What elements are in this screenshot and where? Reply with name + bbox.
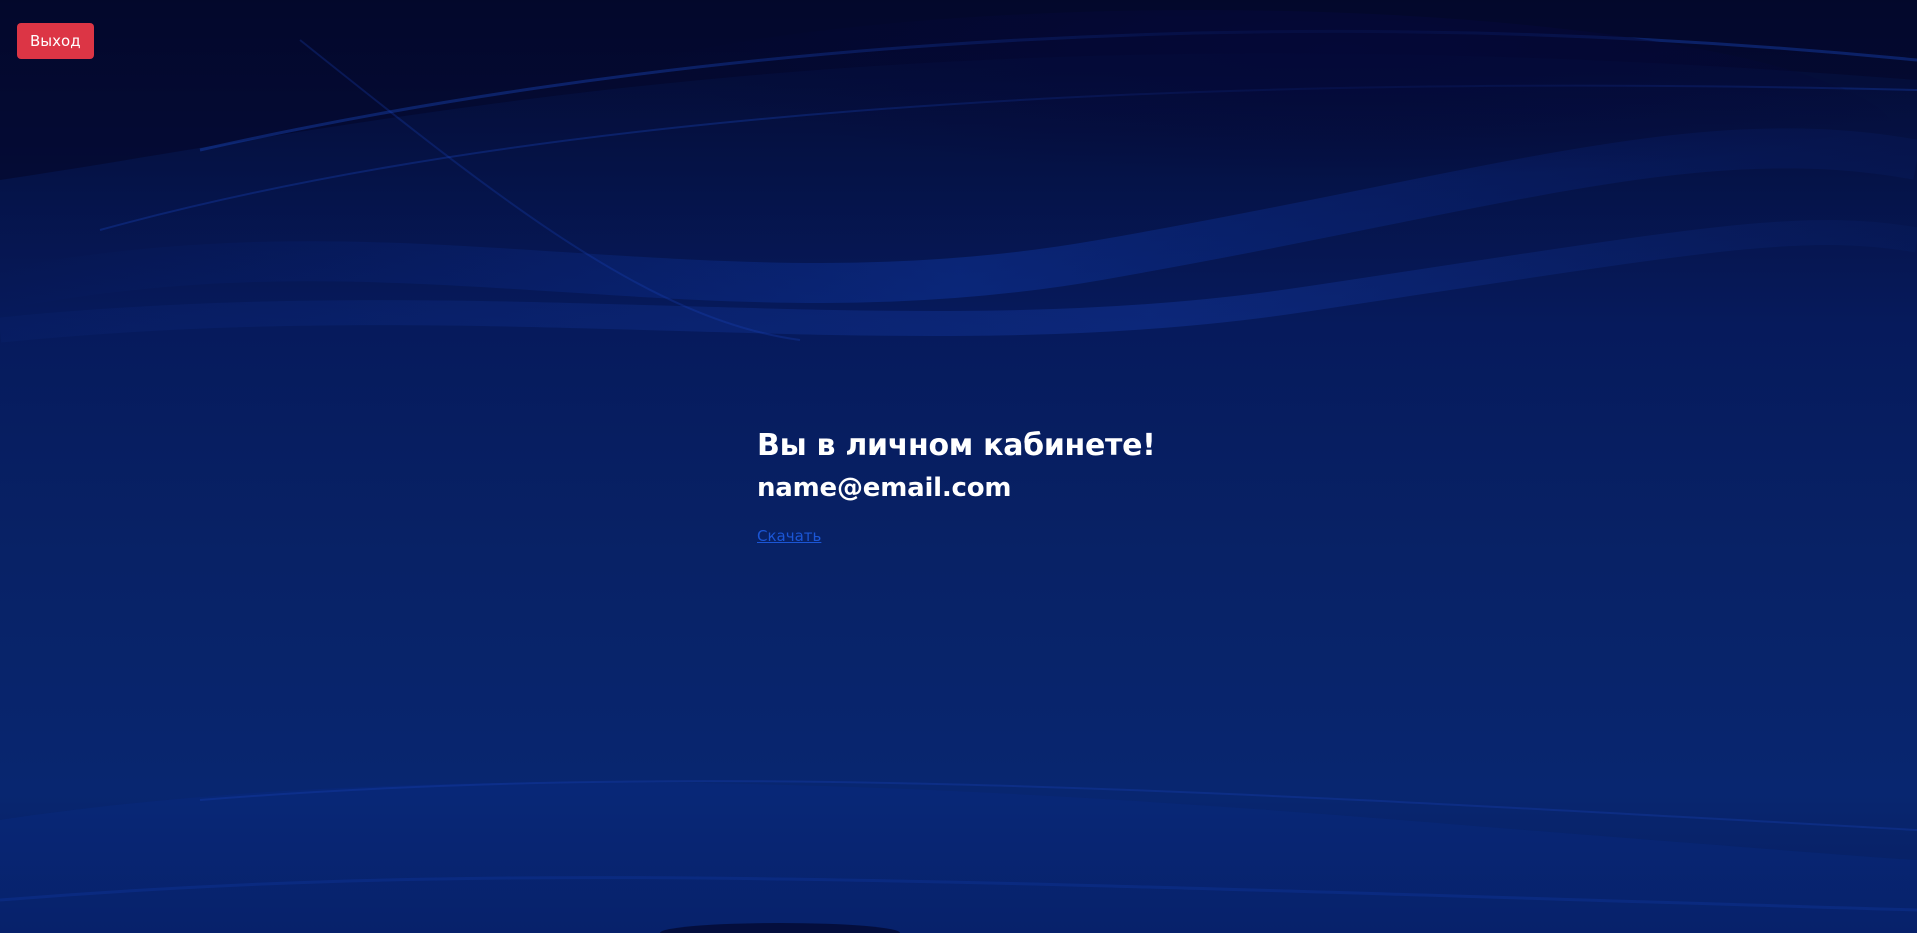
logout-button[interactable]: Выход [17,23,94,59]
dashboard-page: Выход Вы в личном кабинете! name@email.c… [0,0,1917,933]
user-email: name@email.com [757,473,1012,503]
main-content: Вы в личном кабинете! name@email.com Ска… [757,422,1257,546]
download-link[interactable]: Скачать [757,526,821,546]
page-title: Вы в личном кабинете! [757,428,1156,463]
